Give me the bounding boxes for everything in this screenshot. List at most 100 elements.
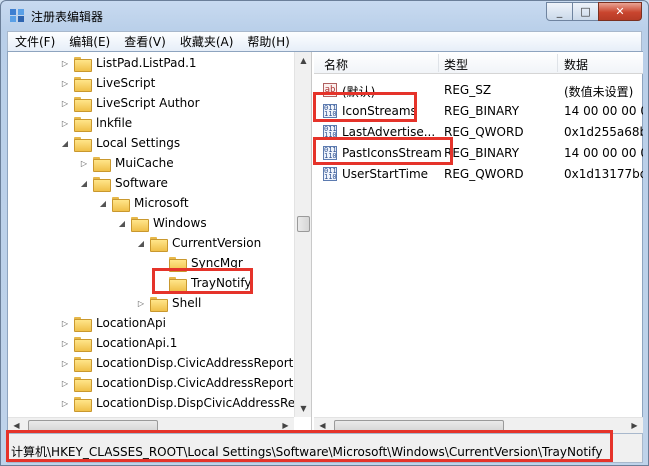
menu-edit[interactable]: 编辑(E) bbox=[62, 33, 117, 50]
collapse-icon[interactable]: ◢ bbox=[117, 218, 127, 228]
folder-icon bbox=[131, 216, 149, 232]
list-row[interactable]: ab (默认) REG_SZ (数值未设置) bbox=[314, 80, 643, 101]
tree-item[interactable]: ◢ CurrentVersion bbox=[136, 233, 263, 253]
maximize-button[interactable]: □ bbox=[572, 2, 599, 21]
tree-item-label: LocationDisp.CivicAddressReportFa bbox=[96, 376, 294, 390]
expand-icon[interactable]: ▷ bbox=[60, 338, 70, 348]
menu-file[interactable]: 文件(F) bbox=[8, 33, 62, 50]
collapse-icon[interactable]: ◢ bbox=[98, 198, 108, 208]
folder-icon bbox=[93, 176, 111, 192]
tree-item-label: SyncMgr bbox=[191, 256, 243, 270]
tree-item[interactable]: ▷ MuiCache bbox=[79, 153, 176, 173]
scroll-left-icon[interactable]: ◀ bbox=[8, 417, 25, 433]
menu-favorites[interactable]: 收藏夹(A) bbox=[173, 33, 241, 50]
scroll-up-icon[interactable]: ▲ bbox=[295, 52, 311, 69]
expand-icon[interactable]: ▷ bbox=[60, 378, 70, 388]
expand-icon[interactable]: ▷ bbox=[60, 58, 70, 68]
expand-icon[interactable]: ▷ bbox=[60, 358, 70, 368]
tree-horizontal-scrollbar[interactable]: ◀ ▶ bbox=[8, 417, 294, 433]
value-name: UserStartTime bbox=[342, 167, 429, 181]
expand-icon[interactable]: ▷ bbox=[60, 118, 70, 128]
collapse-icon[interactable]: ◢ bbox=[60, 138, 70, 148]
column-header-type[interactable]: 类型 bbox=[444, 56, 468, 73]
value-data: 14 00 00 00 0 bbox=[564, 104, 643, 118]
list-row[interactable]: 011 110 IconStreams REG_BINARY 14 00 00 00 … bbox=[314, 101, 643, 122]
tree-item[interactable]: ▷ LocationApi.1 bbox=[60, 333, 179, 353]
value-type: REG_QWORD bbox=[444, 125, 524, 139]
tree-item-label: CurrentVersion bbox=[172, 236, 262, 250]
scroll-left-icon[interactable]: ◀ bbox=[314, 417, 331, 433]
tree-item[interactable]: TrayNotify bbox=[155, 273, 253, 293]
folder-icon bbox=[74, 316, 92, 332]
title-bar[interactable]: 注册表编辑器 _ □ ✕ bbox=[1, 1, 648, 31]
expand-icon[interactable]: ▷ bbox=[60, 98, 70, 108]
value-type: REG_BINARY bbox=[444, 146, 520, 160]
h-scroll-thumb[interactable] bbox=[28, 420, 158, 432]
tree-item[interactable]: ▷ LocationApi bbox=[60, 313, 168, 333]
window-title: 注册表编辑器 bbox=[31, 10, 104, 24]
value-type: REG_SZ bbox=[444, 83, 492, 97]
value-name: PastIconsStream bbox=[342, 146, 442, 160]
h-scroll-thumb[interactable] bbox=[334, 420, 504, 432]
status-path: 计算机\HKEY_CLASSES_ROOT\Local Settings\Sof… bbox=[11, 445, 603, 459]
value-data: 14 00 00 00 0 bbox=[564, 146, 643, 160]
tree-item[interactable]: ◢ Windows bbox=[117, 213, 209, 233]
list-horizontal-scrollbar[interactable]: ◀ ▶ bbox=[314, 417, 643, 433]
tree-item-label: Microsoft bbox=[134, 196, 189, 210]
tree-item-label: LiveScript Author bbox=[96, 96, 200, 110]
expand-icon[interactable]: ▷ bbox=[60, 78, 70, 88]
folder-icon bbox=[93, 156, 111, 172]
expand-icon[interactable]: ▷ bbox=[60, 318, 70, 328]
tree-item[interactable]: ▷ LiveScript bbox=[60, 73, 157, 93]
tree-item-label: ListPad.ListPad.1 bbox=[96, 56, 197, 70]
tree-item[interactable]: ◢ Microsoft bbox=[98, 193, 191, 213]
value-name: LastAdvertise... bbox=[342, 125, 436, 139]
collapse-icon[interactable]: ◢ bbox=[79, 178, 89, 188]
minimize-button[interactable]: _ bbox=[546, 2, 573, 21]
expand-icon[interactable]: ▷ bbox=[79, 158, 89, 168]
tree-item[interactable]: ◢ Local Settings bbox=[60, 133, 182, 153]
column-header-data[interactable]: 数据 bbox=[564, 56, 588, 73]
tree-vertical-scrollbar[interactable]: ▲ ▼ bbox=[294, 52, 311, 417]
list-row[interactable]: 011 110 PastIconsStream REG_BINARY 14 00 00… bbox=[314, 143, 643, 164]
folder-icon bbox=[74, 116, 92, 132]
folder-icon bbox=[150, 236, 168, 252]
folder-icon bbox=[169, 256, 187, 272]
binary-value-icon: 011 110 bbox=[323, 146, 337, 160]
menu-view[interactable]: 查看(V) bbox=[117, 33, 173, 50]
scroll-right-icon[interactable]: ▶ bbox=[277, 417, 294, 433]
tree-item[interactable]: ▷ LiveScript Author bbox=[60, 93, 202, 113]
close-button[interactable]: ✕ bbox=[598, 2, 642, 21]
menu-help[interactable]: 帮助(H) bbox=[240, 33, 296, 50]
binary-value-icon: 011 110 bbox=[323, 104, 337, 118]
tree-item[interactable]: ▷ Shell bbox=[136, 293, 203, 313]
tree-item[interactable]: ▷ ListPad.ListPad.1 bbox=[60, 53, 199, 73]
scroll-thumb[interactable] bbox=[297, 216, 310, 232]
tree-item-label: Shell bbox=[172, 296, 202, 310]
folder-icon bbox=[74, 96, 92, 112]
collapse-icon[interactable]: ◢ bbox=[136, 238, 146, 248]
tree-item[interactable]: ▷ lnkfile bbox=[60, 113, 134, 133]
scroll-down-icon[interactable]: ▼ bbox=[295, 400, 311, 417]
value-type: REG_QWORD bbox=[444, 167, 524, 181]
tree-item-label: LocationApi.1 bbox=[96, 336, 178, 350]
list-row[interactable]: 011 110 UserStartTime REG_QWORD 0x1d13177bd bbox=[314, 164, 643, 185]
tree-item[interactable]: SyncMgr bbox=[155, 253, 245, 273]
column-header-name[interactable]: 名称 bbox=[324, 56, 348, 73]
scroll-right-icon[interactable]: ▶ bbox=[626, 417, 643, 433]
tree-item[interactable]: ▷ LocationDisp.DispCivicAddressRep bbox=[60, 393, 294, 413]
folder-icon bbox=[74, 396, 92, 412]
values-list-pane: 名称 类型 数据 ab (默认) REG_SZ (数值未设置) 011 110 IconS… bbox=[314, 52, 643, 433]
tree-item[interactable]: ◢ Software bbox=[79, 173, 170, 193]
tree-item-label: MuiCache bbox=[115, 156, 174, 170]
list-row[interactable]: 011 110 LastAdvertise... REG_QWORD 0x1d255a… bbox=[314, 122, 643, 143]
tree-item[interactable]: ▷ LocationDisp.CivicAddressReportFa bbox=[60, 353, 294, 373]
tree-item-label: Local Settings bbox=[96, 136, 181, 150]
expand-icon[interactable]: ▷ bbox=[60, 398, 70, 408]
binary-value-icon: 011 110 bbox=[323, 125, 337, 139]
tree-item[interactable]: ▷ LocationDisp.CivicAddressReportFa bbox=[60, 373, 294, 393]
value-data: 0x1d13177bd bbox=[564, 167, 643, 181]
tree-item-label: LocationDisp.DispCivicAddressRep bbox=[96, 396, 294, 410]
expand-icon[interactable]: ▷ bbox=[136, 298, 146, 308]
